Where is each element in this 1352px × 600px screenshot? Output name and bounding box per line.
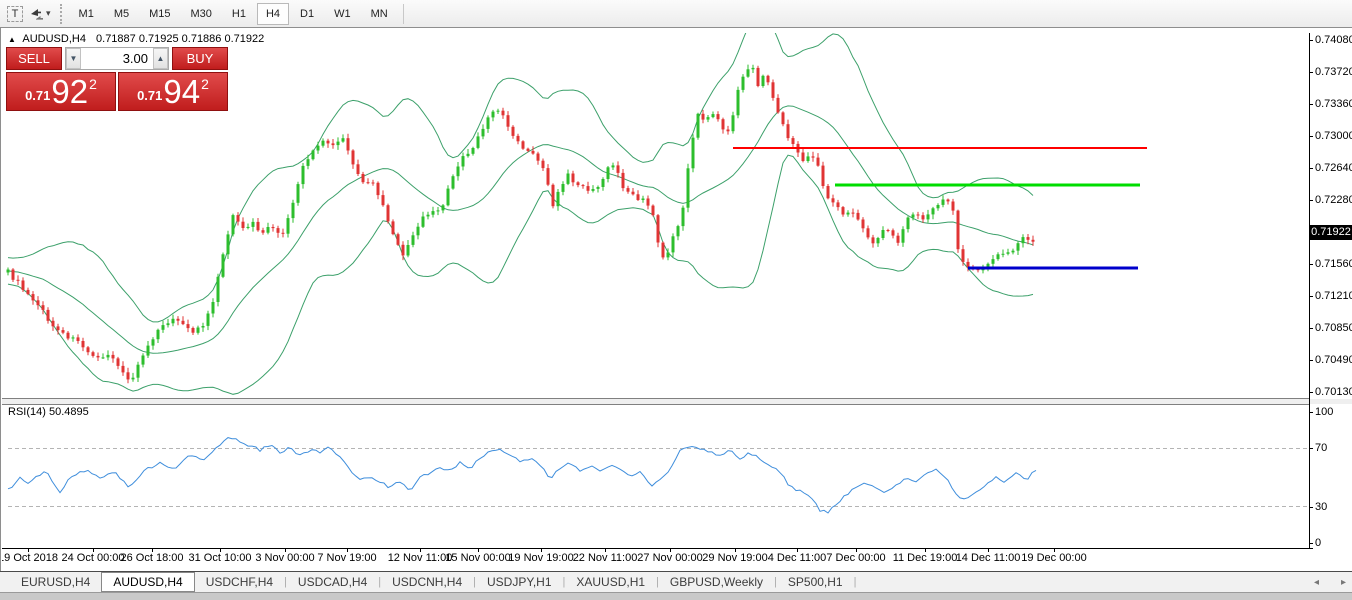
arrows-icon	[29, 7, 44, 21]
price-axis-label: 0.73720	[1315, 66, 1352, 78]
time-axis-label: 4 Dec 11:00	[768, 552, 827, 564]
volume-value[interactable]: 3.00	[81, 48, 153, 69]
rsi-scale-label: 30	[1315, 501, 1327, 513]
one-click-trade-panel: SELL ▼ 3.00 ▲ BUY 0.71 92 2 0.71 94 2	[6, 47, 228, 111]
buy-price-prefix: 0.71	[137, 88, 162, 103]
volume-increase-button[interactable]: ▲	[153, 48, 168, 69]
time-axis-label: 19 Nov 19:00	[508, 552, 573, 564]
timeframe-button-m15[interactable]: M15	[140, 3, 179, 25]
timeframe-button-w1[interactable]: W1	[325, 3, 360, 25]
price-axis-label: 0.73000	[1315, 130, 1352, 142]
time-axis-label: 26 Oct 18:00	[121, 552, 184, 564]
volume-decrease-button[interactable]: ▼	[66, 48, 81, 69]
timeframe-button-m30[interactable]: M30	[182, 3, 221, 25]
chart-tab-usdcnh[interactable]: USDCNH,H4	[381, 573, 473, 591]
time-axis-label: 19 Dec 00:00	[1021, 552, 1086, 564]
price-axis-label: 0.71560	[1315, 258, 1352, 270]
chart-header: ▲ AUDUSD,H4 0.71887 0.71925 0.71886 0.71…	[8, 33, 264, 45]
chart-tab-bar: EURUSD,H4AUDUSD,H4USDCHF,H4|USDCAD,H4|US…	[0, 571, 1352, 592]
chart-tab-gbpusd[interactable]: GBPUSD,Weekly	[659, 573, 774, 591]
chart-tabs: EURUSD,H4AUDUSD,H4USDCHF,H4|USDCAD,H4|US…	[10, 572, 856, 592]
text-tool-icon: T	[7, 6, 24, 22]
candlestick-series	[7, 65, 1035, 384]
tab-separator: |	[854, 576, 857, 588]
tab-scroll-right-icon[interactable]: ▸	[1341, 577, 1346, 588]
time-axis-label: 7 Nov 19:00	[317, 552, 376, 564]
sell-button[interactable]: SELL	[6, 47, 62, 70]
toolbar-separator	[403, 4, 404, 24]
time-axis-label: 3 Nov 00:00	[255, 552, 314, 564]
toolbar-grip	[60, 4, 62, 24]
buy-button[interactable]: BUY	[172, 47, 228, 70]
sell-price-button[interactable]: 0.71 92 2	[6, 72, 116, 111]
time-axis-label: 14 Dec 11:00	[956, 552, 1021, 564]
sell-price-prefix: 0.71	[25, 88, 50, 103]
tab-scroll-left-icon[interactable]: ◂	[1314, 577, 1319, 588]
sell-price-pips: 92	[51, 75, 88, 108]
chart-tab-usdchf[interactable]: USDCHF,H4	[195, 573, 284, 591]
chart-tab-audusd[interactable]: AUDUSD,H4	[101, 572, 194, 592]
dropdown-caret-icon: ▾	[46, 8, 51, 19]
price-axis-label: 0.73360	[1315, 98, 1352, 110]
timeframe-button-group: M1M5M15M30H1H4D1W1MN	[69, 3, 398, 25]
buy-price-point: 2	[201, 76, 209, 92]
window-border-highlight	[1, 28, 2, 592]
collapse-triangle-icon: ▲	[8, 35, 16, 44]
chart-symbol-timeframe: AUDUSD,H4	[22, 33, 86, 45]
time-axis-label: 19 Oct 2018	[0, 552, 58, 564]
chart-tab-eurusd[interactable]: EURUSD,H4	[10, 573, 101, 591]
status-bar	[0, 592, 1352, 600]
rsi-scale-label: 0	[1315, 537, 1321, 549]
volume-spinner: ▼ 3.00 ▲	[65, 47, 169, 70]
rsi-scale-label: 100	[1315, 406, 1333, 418]
rsi-scale-label: 70	[1315, 442, 1327, 454]
bollinger-middle-band	[8, 106, 1033, 353]
price-axis-label: 0.71210	[1315, 290, 1352, 302]
chart-tab-usdcad[interactable]: USDCAD,H4	[287, 573, 378, 591]
price-axis-label: 0.70850	[1315, 322, 1352, 334]
price-axis-label: 0.72280	[1315, 194, 1352, 206]
time-axis-label: 7 Dec 00:00	[826, 552, 885, 564]
price-axis-label: 0.72640	[1315, 162, 1352, 174]
time-axis-label: 11 Dec 19:00	[893, 552, 958, 564]
timeframe-button-m1[interactable]: M1	[70, 3, 103, 25]
timeframe-button-m5[interactable]: M5	[105, 3, 138, 25]
price-axis-label: 0.70490	[1315, 354, 1352, 366]
sell-price-point: 2	[89, 76, 97, 92]
price-axis-label: 0.74080	[1315, 34, 1352, 46]
pane-divider	[0, 399, 1352, 404]
time-axis-label: 15 Nov 00:00	[445, 552, 510, 564]
text-label-tool-button[interactable]: T	[4, 3, 26, 25]
price-axis-label: 0.70130	[1315, 386, 1352, 398]
chart-ohlc-values: 0.71887 0.71925 0.71886 0.71922	[96, 33, 264, 45]
time-axis-label: 27 Nov 00:00	[637, 552, 702, 564]
current-price-tag: 0.71922	[1310, 225, 1352, 240]
buy-price-button[interactable]: 0.71 94 2	[118, 72, 228, 111]
arrows-tool-button[interactable]: ▾	[28, 3, 52, 25]
rsi-indicator-label: RSI(14) 50.4895	[8, 406, 89, 418]
top-toolbar: T ▾ M1M5M15M30H1H4D1W1MN	[0, 0, 1352, 28]
chart-tab-usdjpy[interactable]: USDJPY,H1	[476, 573, 562, 591]
time-axis-label: 22 Nov 11:00	[573, 552, 638, 564]
chart-tab-sp500[interactable]: SP500,H1	[777, 573, 854, 591]
timeframe-button-h1[interactable]: H1	[223, 3, 255, 25]
time-axis-label: 29 Nov 19:00	[702, 552, 767, 564]
rsi-pane	[8, 438, 1309, 513]
timeframe-button-h4[interactable]: H4	[257, 3, 289, 25]
tab-scroll-controls: ◂ ▸	[1314, 572, 1346, 593]
chart-tab-xauusd[interactable]: XAUUSD,H1	[565, 573, 656, 591]
timeframe-button-mn[interactable]: MN	[362, 3, 397, 25]
buy-price-pips: 94	[163, 75, 200, 108]
time-axis-label: 12 Nov 11:00	[388, 552, 453, 564]
time-axis-label: 24 Oct 00:00	[62, 552, 125, 564]
time-axis-label: 31 Oct 10:00	[189, 552, 252, 564]
timeframe-button-d1[interactable]: D1	[291, 3, 323, 25]
